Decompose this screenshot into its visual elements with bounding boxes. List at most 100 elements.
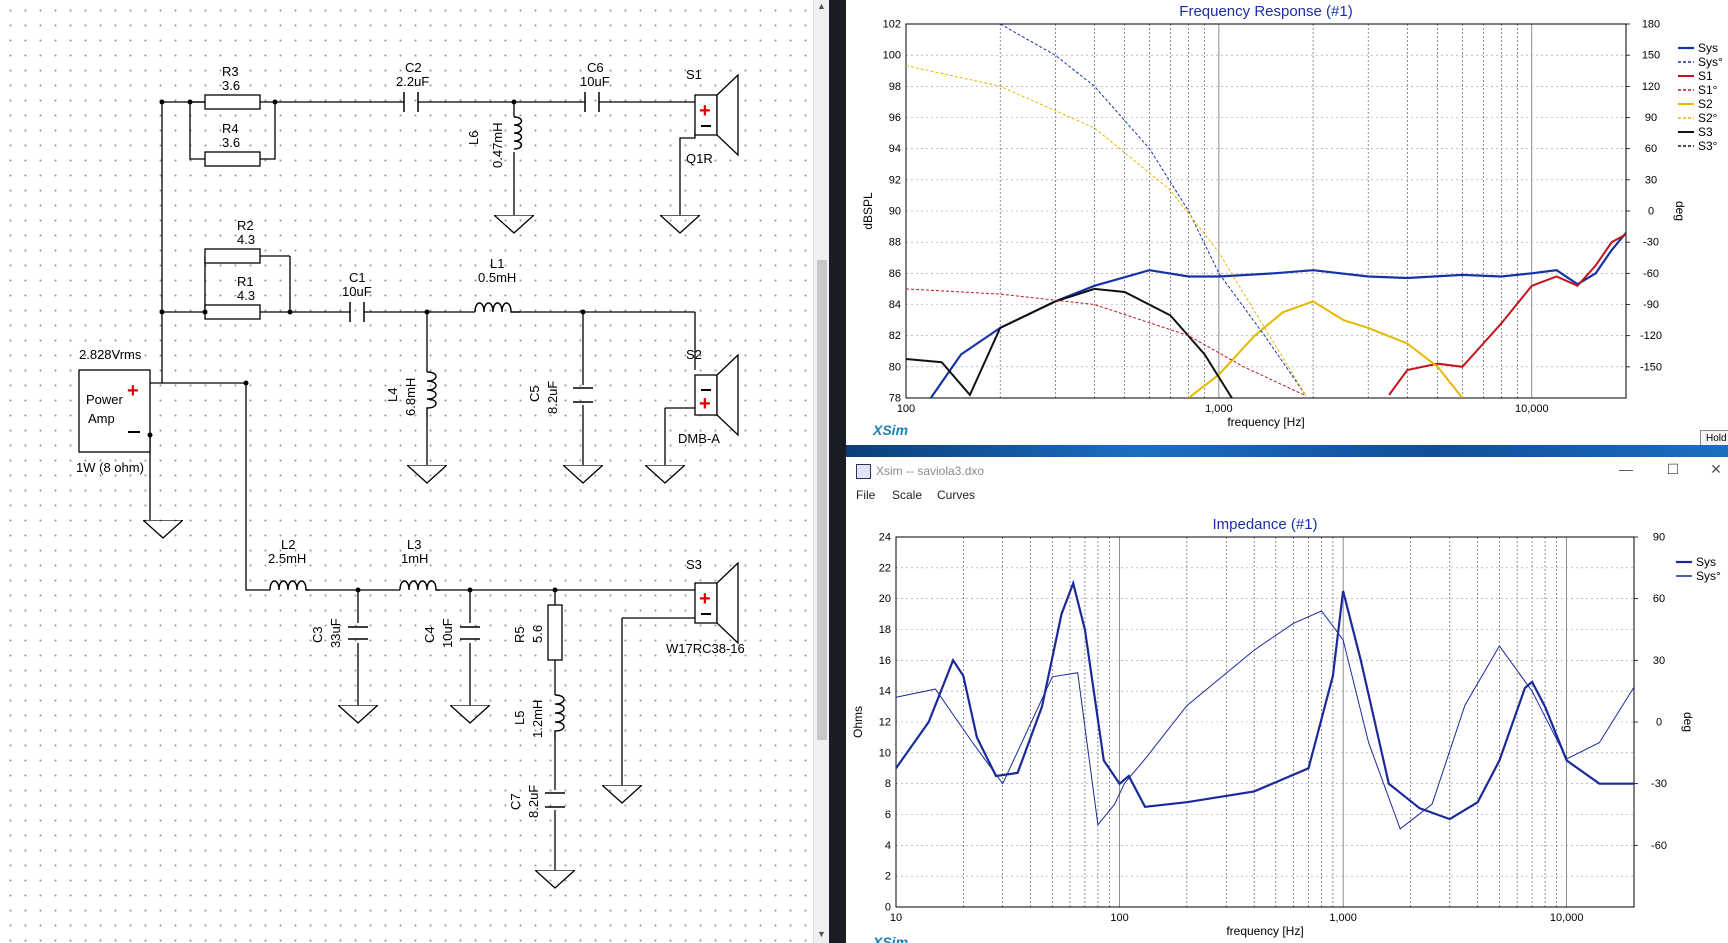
s1-name: S1 xyxy=(686,67,702,82)
x-tick-label: 10,000 xyxy=(1515,403,1549,415)
c1-name: C1 xyxy=(349,270,366,285)
y-tick-label: 24 xyxy=(879,532,891,544)
c1-value: 10uF xyxy=(342,284,372,299)
window-title: Xsim -- saviola3.dxo xyxy=(876,464,985,478)
l1-name: L1 xyxy=(490,256,505,271)
legend-label: Sys° xyxy=(1696,569,1721,583)
r4-value: 3.6 xyxy=(222,135,241,150)
y2-tick-label: 90 xyxy=(1653,532,1665,544)
y2-tick-label: -30 xyxy=(1643,237,1659,249)
s2-model: DMB-A xyxy=(678,431,720,446)
legend-label: S3 xyxy=(1698,125,1713,139)
amp-power: 1W (8 ohm) xyxy=(76,460,144,475)
menu-file[interactable]: File xyxy=(856,488,875,502)
x-axis-label: frequency [Hz] xyxy=(1227,415,1304,429)
scrollbar-thumb[interactable] xyxy=(817,260,827,740)
x-axis-label: frequency [Hz] xyxy=(1226,924,1303,938)
amp-voltage: 2.828Vrms xyxy=(79,347,142,362)
legend-label: S2 xyxy=(1698,97,1713,111)
x-tick-label: 100 xyxy=(1110,912,1128,924)
l3-value: 1mH xyxy=(401,551,429,566)
y-tick-label: 92 xyxy=(889,174,901,186)
window-titlebar[interactable]: Xsim -- saviola3.dxo — ☐ ✕ xyxy=(846,457,1728,485)
legend-label: S2° xyxy=(1698,111,1718,125)
legend-label: Sys xyxy=(1696,555,1716,569)
y-tick-label: 18 xyxy=(879,624,891,636)
y-tick-label: 12 xyxy=(879,717,891,729)
l4-value: 6.8mH xyxy=(403,377,418,416)
legend-label: Sys xyxy=(1698,41,1718,55)
menu-scale[interactable]: Scale xyxy=(892,488,922,502)
y2-axis-label: deg xyxy=(1673,201,1687,221)
c5-value: 8.2uF xyxy=(545,380,560,414)
y-tick-label: 80 xyxy=(889,361,901,373)
legend-label: S1° xyxy=(1698,83,1718,97)
y2-tick-label: 120 xyxy=(1642,81,1660,93)
r1-value: 4.3 xyxy=(237,288,256,303)
y-tick-label: 2 xyxy=(885,871,891,883)
y2-tick-label: 30 xyxy=(1645,174,1657,186)
schematic-canvas[interactable]: + + + + R3 3.6 R4 3.6 C2 2.2uF C6 10uF L6 0… xyxy=(0,0,829,943)
x-tick-label: 1,000 xyxy=(1205,403,1233,415)
amp-label-1: Power xyxy=(86,392,123,407)
s3-name: S3 xyxy=(686,557,702,572)
y2-tick-label: 60 xyxy=(1645,143,1657,155)
legend-label: Sys° xyxy=(1698,55,1723,69)
window-divider xyxy=(829,0,846,943)
xsim-watermark: XSim xyxy=(872,934,908,943)
y-tick-label: 102 xyxy=(883,19,901,31)
c7-name: C7 xyxy=(508,793,523,810)
y2-tick-label: 30 xyxy=(1653,655,1665,667)
y-tick-label: 88 xyxy=(889,237,901,249)
c4-value: 10uF xyxy=(440,618,455,648)
r2-value: 4.3 xyxy=(237,232,256,247)
scroll-up-icon[interactable]: ▲ xyxy=(817,1,826,11)
y-tick-label: 86 xyxy=(889,268,901,280)
y2-tick-label: -60 xyxy=(1643,268,1659,280)
x-tick-label: 10 xyxy=(890,912,902,924)
y2-tick-label: 0 xyxy=(1648,206,1654,218)
r4-name: R4 xyxy=(222,121,239,136)
y2-tick-label: -120 xyxy=(1640,330,1662,342)
l1-value: 0.5mH xyxy=(478,270,517,285)
s3-model: W17RC38-16 xyxy=(666,641,745,656)
c6-name: C6 xyxy=(587,60,604,75)
impedance-window[interactable]: Xsim -- saviola3.dxo — ☐ ✕ File Scale Cu… xyxy=(846,457,1728,943)
series-s3 xyxy=(906,287,1233,398)
y-tick-label: 98 xyxy=(889,81,901,93)
l5-name: L5 xyxy=(512,710,527,725)
scroll-down-icon[interactable]: ▼ xyxy=(817,929,826,939)
menu-curves[interactable]: Curves xyxy=(937,488,975,502)
x-tick-label: 10,000 xyxy=(1550,912,1584,924)
y-axis-label: dBSPL xyxy=(861,192,875,230)
s2-name: S2 xyxy=(686,347,702,362)
x-tick-label: 1,000 xyxy=(1329,912,1357,924)
legend-label: S1 xyxy=(1698,69,1713,83)
amp-label-2: Amp xyxy=(88,411,115,426)
menu-bar: File Scale Curves xyxy=(846,485,1728,507)
frequency-response-window[interactable]: Frequency Response (#1) 78 80 82 84 86 88 90 92 9… xyxy=(846,0,1728,445)
app-icon xyxy=(856,464,871,479)
y2-tick-label: 90 xyxy=(1645,112,1657,124)
r2-name: R2 xyxy=(237,218,254,233)
l6-name: L6 xyxy=(466,130,481,145)
y2-tick-label: -90 xyxy=(1643,299,1659,311)
y-tick-label: 14 xyxy=(879,686,891,698)
minimize-icon[interactable]: — xyxy=(1616,461,1636,477)
series-s2 xyxy=(1187,300,1464,398)
l4-name: L4 xyxy=(385,387,400,402)
r5-value: 5.6 xyxy=(530,624,545,643)
y2-tick-label: 150 xyxy=(1642,50,1660,62)
frequency-response-chart: Frequency Response (#1)78808284868890929… xyxy=(861,3,1723,429)
y-tick-label: 6 xyxy=(885,809,891,821)
l5-value: 1.2mH xyxy=(530,699,545,738)
close-icon[interactable]: ✕ xyxy=(1706,461,1726,478)
schematic-scrollbar[interactable]: ▲ ▼ xyxy=(813,0,830,943)
series-group xyxy=(896,579,1634,830)
maximize-icon[interactable]: ☐ xyxy=(1663,461,1683,478)
l2-value: 2.5mH xyxy=(268,551,307,566)
r3-name: R3 xyxy=(222,64,239,79)
xsim-watermark: XSim xyxy=(873,422,909,438)
c3-value: 33uF xyxy=(328,618,343,648)
series-s1-phase xyxy=(906,288,1307,397)
